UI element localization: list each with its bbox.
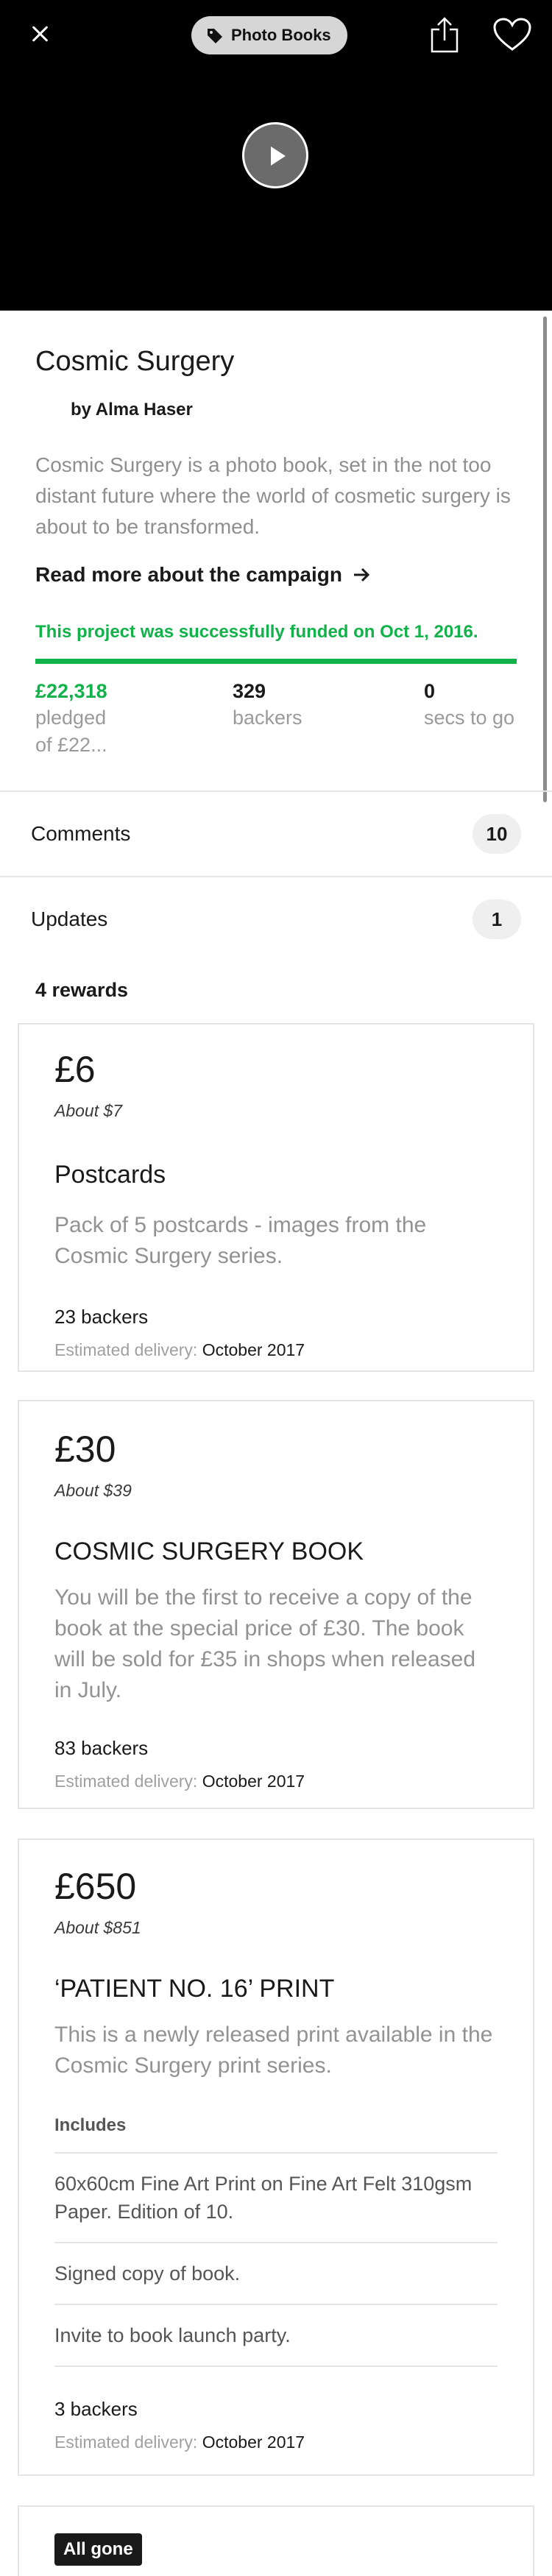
delivery-date: October 2017 bbox=[202, 1772, 305, 1791]
reward-amount: £6 bbox=[54, 1049, 96, 1090]
backers-value: 329 bbox=[233, 680, 266, 702]
reward-delivery: Estimated delivery: October 2017 bbox=[54, 1772, 498, 1791]
play-icon[interactable] bbox=[242, 122, 308, 188]
reward-card[interactable]: £650 About $851 ‘PATIENT NO. 16’ PRINT T… bbox=[18, 1839, 534, 2476]
rewards-heading: 4 rewards bbox=[35, 979, 129, 1001]
include-item: Signed copy of book. bbox=[54, 2243, 498, 2305]
include-item: Invite to book launch party. bbox=[54, 2305, 498, 2367]
time-value: 0 bbox=[424, 680, 436, 702]
reward-backers: 83 backers bbox=[54, 1737, 149, 1759]
reward-converted-amount: About $39 bbox=[54, 1481, 132, 1500]
reward-amount: £30 bbox=[54, 1429, 116, 1470]
delivery-label: Estimated delivery: bbox=[54, 1772, 198, 1791]
include-item: 60x60cm Fine Art Print on Fine Art Felt … bbox=[54, 2154, 498, 2243]
tag-icon bbox=[208, 29, 222, 43]
time-label: secs to go bbox=[424, 707, 515, 729]
reward-backers: 3 backers bbox=[54, 2398, 138, 2420]
reward-description: This is a newly released print available… bbox=[54, 2023, 493, 2078]
reward-delivery: Estimated delivery: October 2017 bbox=[54, 2432, 498, 2452]
heart-icon[interactable] bbox=[493, 18, 531, 52]
close-icon[interactable] bbox=[25, 19, 54, 49]
reward-card[interactable]: All gone bbox=[18, 2505, 534, 2576]
stat-backers: 329 backers bbox=[233, 680, 302, 732]
updates-label: Updates bbox=[31, 907, 108, 930]
delivery-date: October 2017 bbox=[202, 1340, 305, 1359]
arrow-right-icon bbox=[353, 567, 370, 582]
reward-card[interactable]: £30 About $39 COSMIC SURGERY BOOK You wi… bbox=[18, 1400, 534, 1809]
comments-count-badge: 10 bbox=[473, 814, 521, 854]
all-gone-badge: All gone bbox=[54, 2533, 142, 2566]
reward-delivery: Estimated delivery: October 2017 bbox=[54, 1340, 498, 1360]
reward-card[interactable]: £6 About $7 Postcards Pack of 5 postcard… bbox=[18, 1023, 534, 1372]
project-title: Cosmic Surgery bbox=[35, 346, 235, 377]
delivery-label: Estimated delivery: bbox=[54, 2432, 198, 2452]
share-icon[interactable] bbox=[429, 16, 460, 53]
read-more-label: Read more about the campaign bbox=[35, 563, 342, 586]
stat-time: 0 secs to go bbox=[424, 680, 514, 732]
reward-title: ‘PATIENT NO. 16’ PRINT bbox=[54, 1975, 335, 2003]
reward-converted-amount: About $7 bbox=[54, 1101, 123, 1120]
reward-title: COSMIC SURGERY BOOK bbox=[54, 1538, 364, 1565]
reward-converted-amount: About $851 bbox=[54, 1918, 141, 1937]
updates-row[interactable]: Updates 1 bbox=[0, 876, 552, 961]
updates-count-badge: 1 bbox=[473, 899, 521, 939]
stat-pledged: £22,318 pledged of £22... bbox=[35, 680, 107, 759]
comments-row[interactable]: Comments 10 bbox=[0, 790, 552, 876]
delivery-date: October 2017 bbox=[202, 2432, 305, 2452]
category-pill[interactable]: Photo Books bbox=[191, 16, 347, 54]
funding-progress-bar bbox=[35, 659, 517, 664]
project-stats: £22,318 pledged of £22... 329 backers 0 … bbox=[35, 680, 517, 761]
backers-label: backers bbox=[233, 707, 302, 729]
reward-backers: 23 backers bbox=[54, 1306, 149, 1328]
pledged-goal: of £22... bbox=[35, 734, 107, 756]
read-more-link[interactable]: Read more about the campaign bbox=[35, 563, 517, 587]
comments-label: Comments bbox=[31, 822, 131, 845]
reward-amount: £650 bbox=[54, 1866, 137, 1907]
funding-progress-fill bbox=[35, 659, 517, 664]
delivery-label: Estimated delivery: bbox=[54, 1340, 198, 1359]
pledged-value: £22,318 bbox=[35, 680, 107, 702]
includes-heading: Includes bbox=[54, 2115, 498, 2154]
reward-description: Pack of 5 postcards - images from the Co… bbox=[54, 1213, 427, 1268]
category-label: Photo Books bbox=[231, 26, 331, 44]
reward-title: Postcards bbox=[54, 1161, 166, 1189]
reward-description: You will be the first to receive a copy … bbox=[54, 1585, 476, 1702]
creator-name[interactable]: by Alma Haser bbox=[71, 400, 517, 420]
video-player[interactable]: Photo Books bbox=[0, 0, 552, 311]
project-blurb: Cosmic Surgery is a photo book, set in t… bbox=[35, 453, 511, 538]
funded-status: This project was successfully funded on … bbox=[35, 622, 478, 642]
pledged-label: pledged bbox=[35, 707, 107, 729]
project-info: Cosmic Surgery by Alma Haser Cosmic Surg… bbox=[0, 311, 552, 761]
